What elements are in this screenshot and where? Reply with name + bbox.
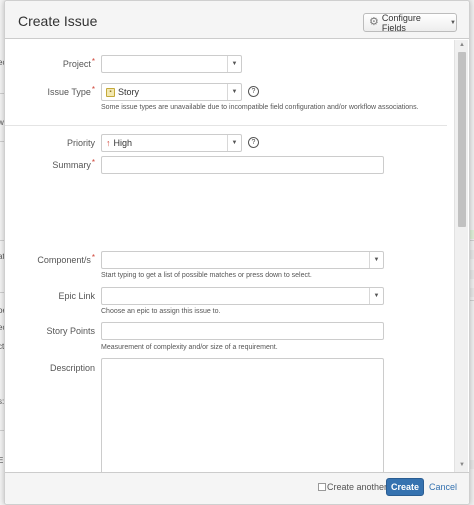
dialog-scrollbar[interactable]: ▲ ▼ [454, 40, 468, 472]
summary-input[interactable] [101, 156, 384, 174]
required-marker: * [91, 85, 95, 94]
issue-type-select[interactable]: ▪ Story ▼ [101, 83, 242, 101]
configure-fields-button[interactable]: ⚙ Configure Fields ▼ [363, 12, 457, 33]
description-textarea[interactable] [101, 358, 384, 472]
chevron-down-icon[interactable]: ▼ [227, 56, 241, 72]
priority-select[interactable]: ↑ High ▼ [101, 134, 242, 152]
gear-icon: ⚙ [369, 16, 379, 28]
description-label: Description [49, 363, 95, 373]
create-another-checkbox[interactable] [318, 483, 326, 491]
help-icon[interactable]: ? [248, 137, 259, 148]
dialog-body[interactable]: Project* ▼ Issue Type* ▪ Story ▼ ? Some … [5, 40, 469, 472]
configure-fields-label: Configure Fields [381, 12, 421, 33]
bg-fragment: E [0, 456, 4, 465]
scrollbar-thumb[interactable] [458, 52, 466, 227]
arrow-up-icon: ↑ [106, 137, 111, 148]
issue-type-description: Some issue types are unavailable due to … [101, 104, 419, 111]
story-points-label: Story Points [46, 326, 95, 336]
components-description: Start typing to get a list of possible m… [101, 272, 312, 279]
create-button[interactable]: Create [386, 478, 424, 496]
chevron-down-icon[interactable]: ▼ [227, 135, 241, 151]
priority-text: High [113, 138, 133, 148]
chevron-down-icon: ▼ [450, 19, 456, 26]
project-label: Project* [62, 57, 95, 69]
issue-type-text: Story [118, 87, 140, 97]
scroll-down-icon[interactable]: ▼ [458, 461, 466, 469]
create-issue-dialog: Create Issue ⚙ Configure Fields ▼ Projec… [4, 0, 470, 505]
epic-link-input[interactable]: ▼ [101, 287, 384, 305]
cancel-link[interactable]: Cancel [429, 482, 457, 492]
epic-link-label: Epic Link [58, 291, 95, 301]
project-select[interactable]: ▼ [101, 55, 242, 73]
help-icon[interactable]: ? [248, 86, 259, 97]
chevron-down-icon[interactable]: ▼ [369, 288, 383, 304]
components-label: Component/s* [37, 253, 95, 265]
components-input[interactable]: ▼ [101, 251, 384, 269]
dialog-footer: Create another Create Cancel [5, 472, 469, 504]
required-marker: * [91, 158, 95, 167]
required-marker: * [91, 253, 95, 262]
required-marker: * [91, 57, 95, 66]
chevron-down-icon[interactable]: ▼ [227, 84, 241, 100]
priority-label: Priority [66, 138, 95, 148]
chevron-down-icon[interactable]: ▼ [369, 252, 383, 268]
story-points-description: Measurement of complexity and/or size of… [101, 344, 278, 351]
issue-type-value: ▪ Story [106, 87, 139, 97]
create-another-label[interactable]: Create another [327, 482, 387, 492]
scroll-up-icon[interactable]: ▲ [458, 41, 466, 49]
epic-link-description: Choose an epic to assign this issue to. [101, 308, 221, 315]
priority-value: ↑ High [106, 138, 132, 148]
summary-label: Summary* [52, 158, 95, 170]
dialog-header: Create Issue ⚙ Configure Fields ▼ [5, 1, 469, 39]
issue-type-label: Issue Type* [47, 85, 96, 97]
story-icon: ▪ [106, 87, 115, 97]
section-divider [5, 125, 447, 126]
dialog-title: Create Issue [18, 13, 98, 29]
story-points-input[interactable] [101, 322, 384, 340]
